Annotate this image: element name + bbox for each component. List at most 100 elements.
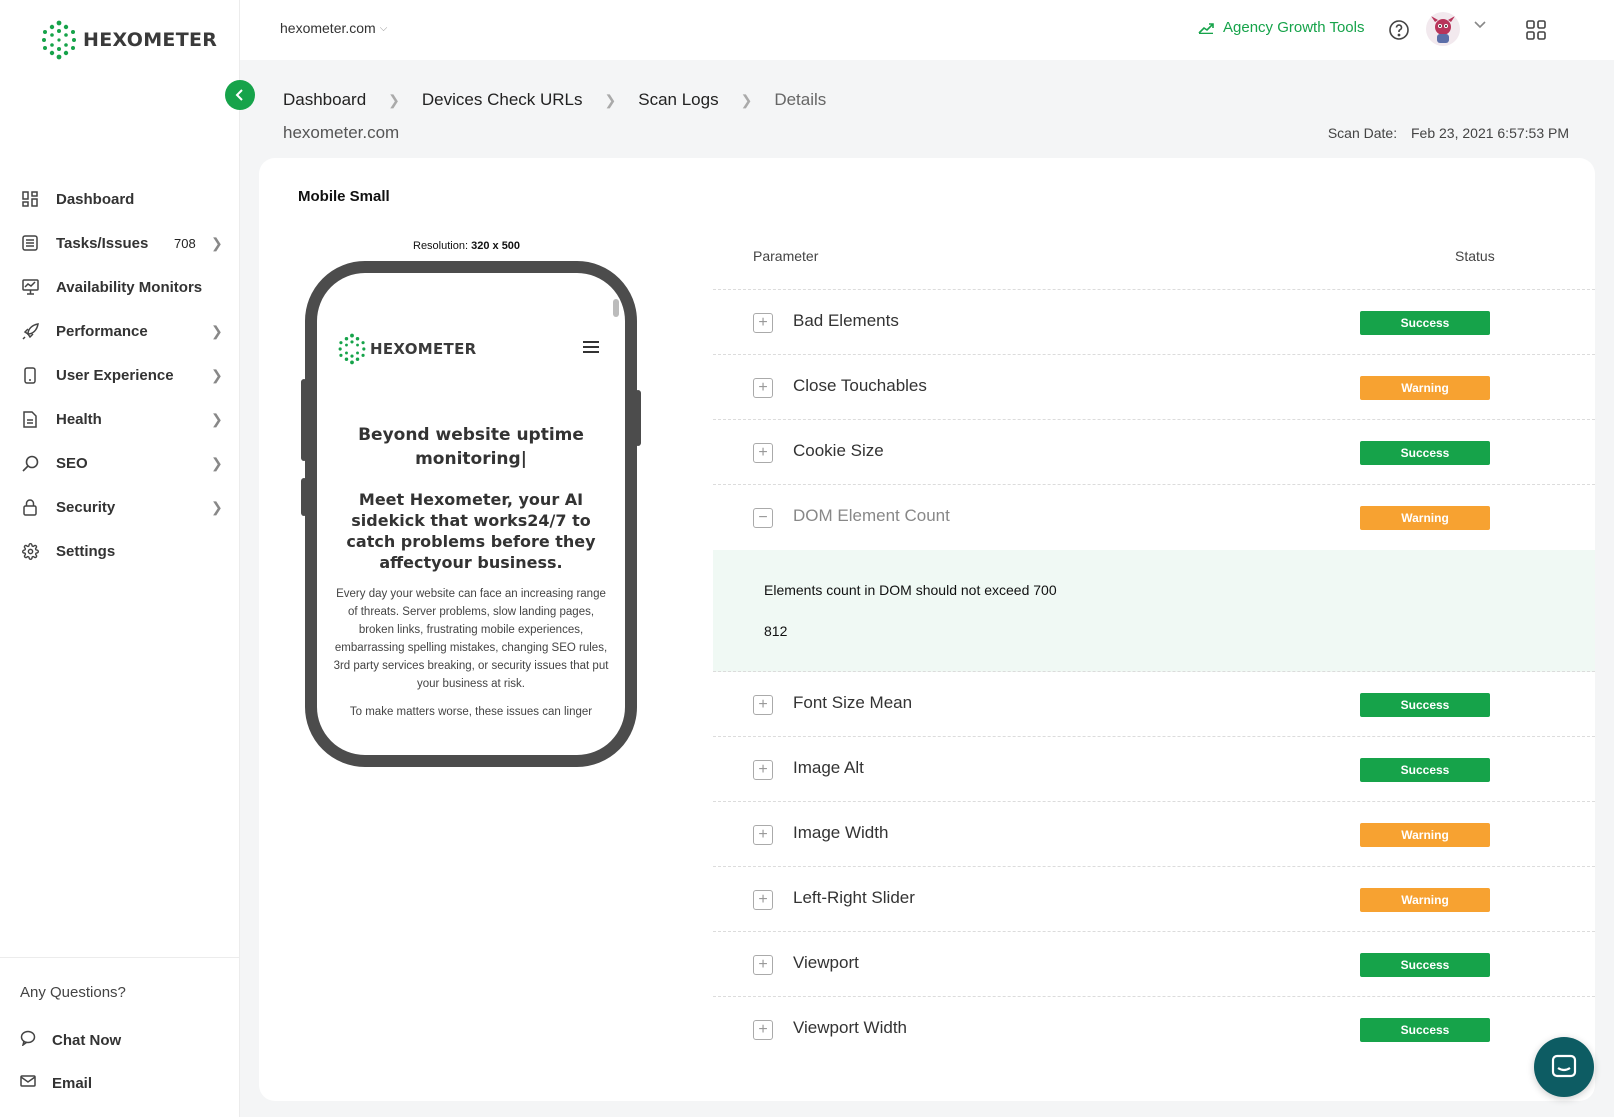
chat-now-link[interactable]: Chat Now <box>20 1028 121 1052</box>
lock-icon <box>20 497 40 517</box>
status-badge: Warning <box>1360 506 1490 530</box>
breadcrumb-details: Details <box>774 90 827 109</box>
chevron-down-icon: ⌵ <box>379 22 388 34</box>
help-icon[interactable] <box>1388 19 1410 41</box>
parameter-name: Viewport Width <box>793 1018 908 1037</box>
parameter-name: Font Size Mean <box>793 693 913 712</box>
mobile-screenshot-preview[interactable]: HEXOMETER Beyond website uptime monitori… <box>305 261 637 767</box>
trending-up-icon <box>1198 22 1214 34</box>
list-icon <box>20 233 40 253</box>
hexometer-logo-icon <box>338 333 366 365</box>
sidebar-item-health[interactable]: Health ❯ <box>0 397 240 441</box>
hamburger-menu-icon <box>583 341 599 356</box>
sidebar-item-label: Health <box>56 410 102 428</box>
table-header: Parameter Status <box>713 248 1595 290</box>
parameter-name: Image Alt <box>793 758 864 777</box>
sidebar-item-label: Availability Monitors <box>56 278 203 296</box>
sidebar-item-settings[interactable]: Settings <box>0 529 240 573</box>
sidebar-item-dashboard[interactable]: Dashboard <box>0 177 240 221</box>
device-check-card: Mobile Small Resolution: 320 x 500 HEXOM… <box>259 158 1595 1101</box>
mail-icon <box>20 1074 36 1093</box>
chevron-right-icon: ❯ <box>211 366 223 383</box>
breadcrumb-dashboard[interactable]: Dashboard <box>283 90 366 110</box>
gear-icon <box>20 541 40 561</box>
sidebar-nav: Dashboard Tasks/Issues 708 ❯ Availabilit… <box>0 177 240 573</box>
dashboard-icon <box>20 189 40 209</box>
user-avatar-icon <box>1431 16 1455 43</box>
detail-value: 812 <box>764 623 788 639</box>
table-row[interactable]: + Bad Elements Success <box>713 290 1595 355</box>
table-row[interactable]: + Font Size Mean Success <box>713 672 1595 737</box>
chevron-right-icon: ❯ <box>604 91 617 108</box>
expand-plus-icon[interactable]: + <box>753 760 773 780</box>
sidebar-item-label: Security <box>56 498 116 516</box>
expand-plus-icon[interactable]: + <box>753 890 773 910</box>
expand-plus-icon[interactable]: + <box>753 313 773 333</box>
expand-plus-icon[interactable]: + <box>753 825 773 845</box>
avatar[interactable] <box>1426 12 1460 46</box>
table-row-expanded[interactable]: − DOM Element Count Warning <box>713 485 1595 550</box>
resolution-label: Resolution: <box>413 240 469 252</box>
table-row[interactable]: + Image Alt Success <box>713 737 1595 802</box>
brand-logo[interactable]: HEXOMETER <box>40 20 217 60</box>
parameter-name: Close Touchables <box>793 376 927 395</box>
expand-plus-icon[interactable]: + <box>753 695 773 715</box>
sidebar-item-seo[interactable]: SEO ❯ <box>0 441 240 485</box>
site-selector[interactable]: hexometer.com ⌵ <box>280 20 387 36</box>
preview-headline: Beyond website uptime monitoring| <box>358 425 584 469</box>
expand-plus-icon[interactable]: + <box>753 378 773 398</box>
resolution-value: 320 x 500 <box>471 240 521 252</box>
sidebar-item-performance[interactable]: Performance ❯ <box>0 309 240 353</box>
sidebar-item-label: SEO <box>56 454 88 472</box>
chevron-right-icon: ❯ <box>388 91 400 108</box>
preview-scrollbar[interactable] <box>613 299 619 317</box>
collapse-minus-icon[interactable]: − <box>753 508 773 528</box>
sidebar-item-security[interactable]: Security ❯ <box>0 485 240 529</box>
status-badge: Success <box>1360 693 1490 717</box>
expand-plus-icon[interactable]: + <box>753 955 773 975</box>
agency-growth-tools-label: Agency Growth Tools <box>1223 19 1365 36</box>
expand-plus-icon[interactable]: + <box>753 443 773 463</box>
top-bar: hexometer.com ⌵ Agency Growth Tools <box>240 0 1614 60</box>
chevron-right-icon: ❯ <box>211 410 223 427</box>
table-row[interactable]: + Close Touchables Warning <box>713 355 1595 420</box>
expand-plus-icon[interactable]: + <box>753 1020 773 1040</box>
sidebar-item-tasks[interactable]: Tasks/Issues 708 ❯ <box>0 221 240 265</box>
table-row[interactable]: + Viewport Success <box>713 932 1595 997</box>
email-link[interactable]: Email <box>20 1071 92 1095</box>
sidebar: HEXOMETER Dashboard Tasks/Issues 708 ❯ A… <box>0 0 240 1117</box>
tasks-count-badge: 708 <box>174 235 196 251</box>
breadcrumb-devices-check-urls[interactable]: Devices Check URLs <box>422 90 583 110</box>
preview-brand-name: HEXOMETER <box>370 340 477 358</box>
preview-logo: HEXOMETER <box>337 333 476 365</box>
table-row[interactable]: + Viewport Width Success <box>713 997 1595 1062</box>
chevron-right-icon: ❯ <box>211 234 223 251</box>
scan-date-label: Scan Date: <box>1327 125 1398 141</box>
table-row[interactable]: + Cookie Size Success <box>713 420 1595 485</box>
preview-body-text: Every day your website can face an incre… <box>333 588 609 690</box>
any-questions-label: Any Questions? <box>20 984 126 1001</box>
collapse-sidebar-button[interactable] <box>225 80 255 110</box>
chat-widget-button[interactable] <box>1534 1037 1594 1097</box>
status-badge: Success <box>1360 758 1490 782</box>
sidebar-item-availability[interactable]: Availability Monitors <box>0 265 240 309</box>
status-badge: Success <box>1360 441 1490 465</box>
chat-bubble-icon <box>20 1030 36 1051</box>
chevron-down-icon[interactable] <box>1473 20 1487 30</box>
apps-grid-icon[interactable] <box>1526 20 1546 40</box>
status-badge: Warning <box>1360 888 1490 912</box>
email-label: Email <box>52 1074 93 1092</box>
table-row[interactable]: + Image Width Warning <box>713 802 1595 867</box>
status-badge: Success <box>1360 311 1490 335</box>
sidebar-item-label: Performance <box>56 322 148 340</box>
status-badge: Success <box>1360 953 1490 977</box>
chevron-right-icon: ❯ <box>211 498 223 515</box>
status-badge: Success <box>1360 1018 1490 1042</box>
table-row[interactable]: + Left-Right Slider Warning <box>713 867 1595 932</box>
agency-growth-tools-link[interactable]: Agency Growth Tools <box>1198 19 1364 36</box>
breadcrumb-scan-logs[interactable]: Scan Logs <box>638 90 718 110</box>
sidebar-item-label: User Experience <box>56 366 174 384</box>
sidebar-help: Any Questions? Chat Now Email <box>0 957 240 1092</box>
chevron-right-icon: ❯ <box>740 91 753 108</box>
sidebar-item-user-experience[interactable]: User Experience ❯ <box>0 353 240 397</box>
